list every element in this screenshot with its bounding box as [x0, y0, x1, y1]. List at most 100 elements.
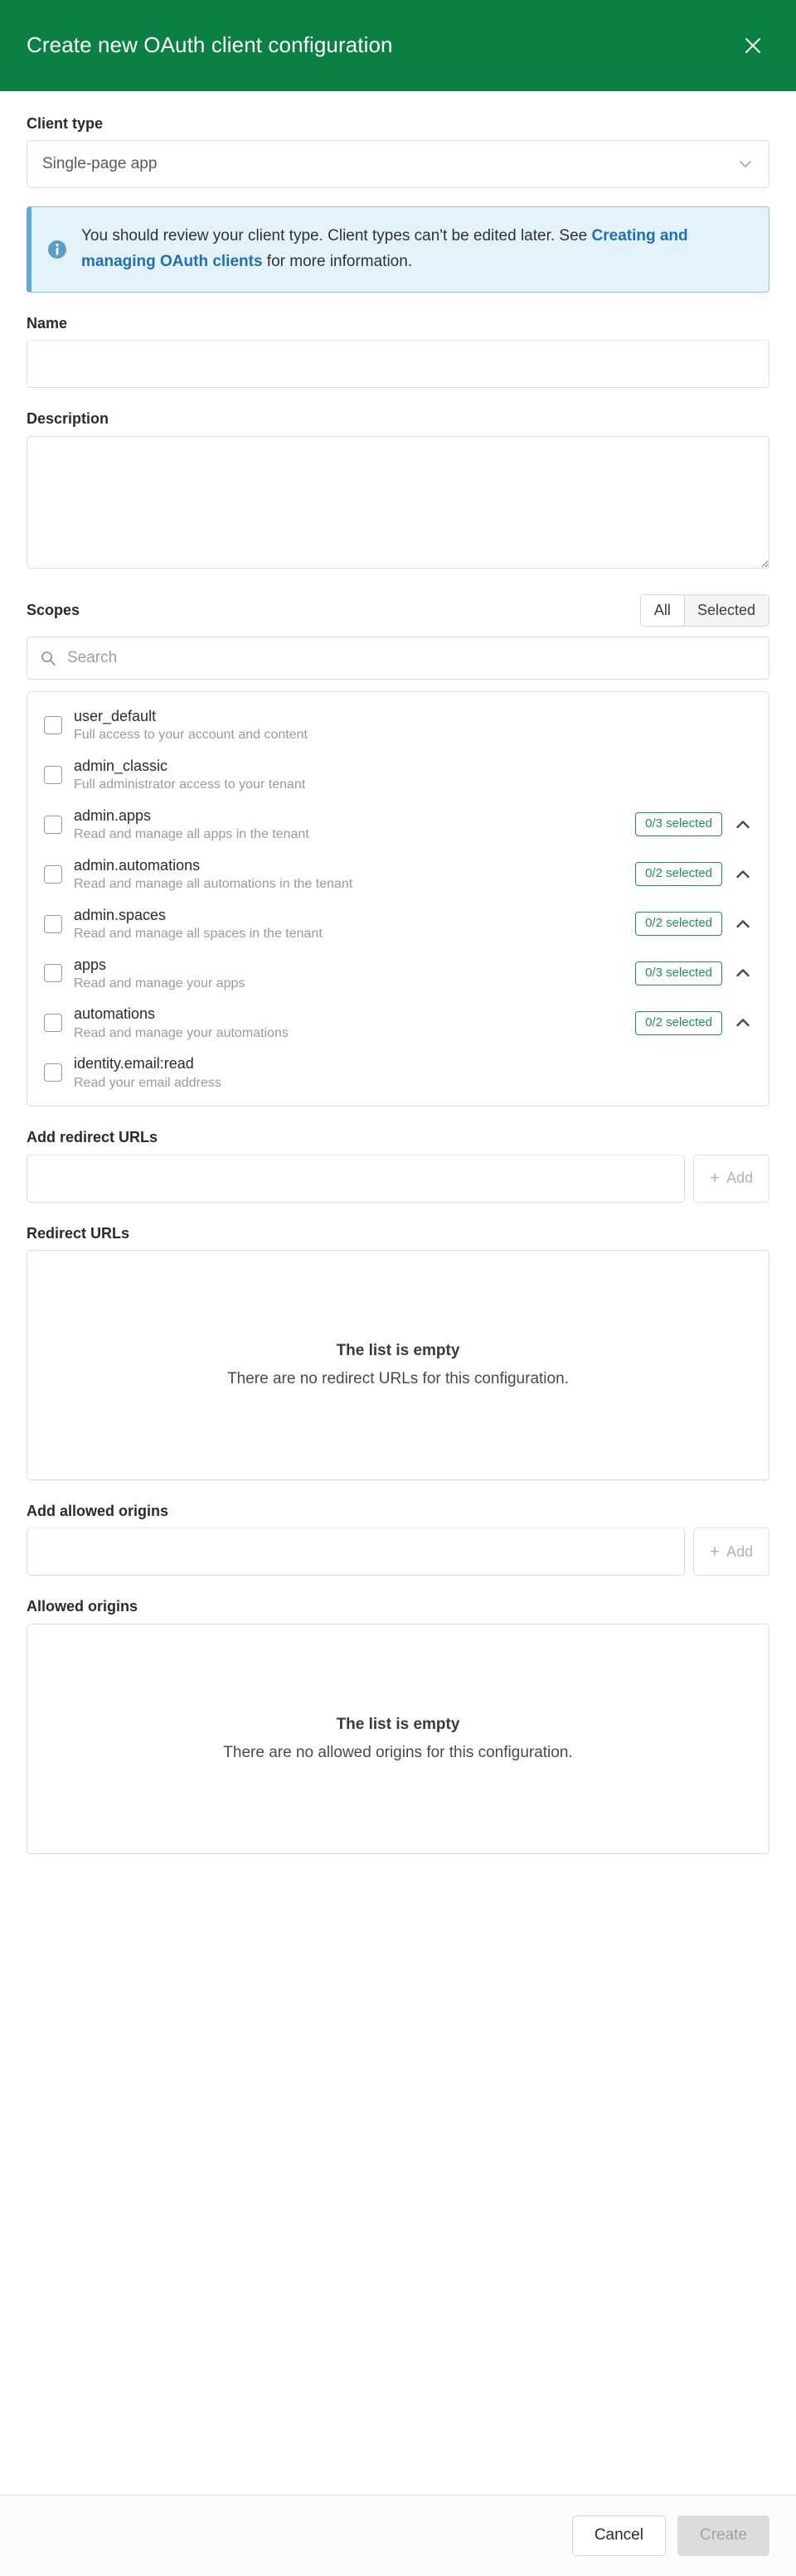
chevron-up-icon[interactable]	[734, 816, 752, 834]
scope-checkbox[interactable]	[44, 816, 62, 834]
add-redirect-urls-block: Add redirect URLs + Add	[27, 1128, 769, 1202]
scope-row[interactable]: user_defaultFull access to your account …	[27, 700, 769, 750]
scope-row-actions: 0/2 selected	[635, 862, 752, 886]
scopes-list: user_defaultFull access to your account …	[27, 691, 769, 1106]
allowed-origins-block: Allowed origins The list is empty There …	[27, 1597, 769, 1853]
scope-texts: admin.spacesRead and manage all spaces i…	[74, 905, 624, 943]
scope-description: Full access to your account and content	[74, 726, 740, 744]
scope-name: apps	[74, 955, 624, 975]
create-oauth-client-dialog: Create new OAuth client configuration Cl…	[0, 0, 796, 2576]
plus-icon: +	[710, 1169, 720, 1187]
scope-checkbox[interactable]	[44, 716, 62, 734]
scope-row[interactable]: admin.automationsRead and manage all aut…	[27, 850, 769, 899]
add-redirect-url-button-label: Add	[726, 1169, 753, 1187]
description-textarea[interactable]	[27, 436, 769, 569]
close-button[interactable]	[736, 29, 769, 62]
scope-row[interactable]: admin_classicFull administrator access t…	[27, 750, 769, 800]
scope-checkbox[interactable]	[44, 1014, 62, 1032]
client-type-label: Client type	[27, 114, 769, 133]
search-icon	[40, 650, 56, 666]
scope-checkbox[interactable]	[44, 915, 62, 933]
add-allowed-origin-button-label: Add	[726, 1543, 753, 1561]
scope-name: admin.automations	[74, 855, 624, 875]
plus-icon: +	[710, 1543, 720, 1561]
redirect-urls-block: Redirect URLs The list is empty There ar…	[27, 1224, 769, 1480]
allowed-origins-empty-subtitle: There are no allowed origins for this co…	[223, 1744, 572, 1762]
chevron-up-icon[interactable]	[734, 915, 752, 933]
add-allowed-origin-input[interactable]	[27, 1528, 685, 1576]
add-allowed-origin-button[interactable]: + Add	[693, 1528, 769, 1576]
scope-texts: user_defaultFull access to your account …	[74, 706, 740, 744]
client-type-info-banner: You should review your client type. Clie…	[27, 206, 769, 293]
chevron-up-icon[interactable]	[734, 964, 752, 982]
scope-texts: admin.automationsRead and manage all aut…	[74, 855, 624, 893]
scopes-filter-toggle: All Selected	[640, 594, 769, 627]
redirect-urls-empty-title: The list is empty	[337, 1342, 460, 1360]
scope-description: Full administrator access to your tenant	[74, 776, 740, 794]
scope-checkbox[interactable]	[44, 865, 62, 884]
scope-description: Read and manage all apps in the tenant	[74, 826, 624, 844]
add-allowed-origins-block: Add allowed origins + Add	[27, 1502, 769, 1576]
scope-description: Read your email address	[74, 1074, 740, 1092]
scopes-label: Scopes	[27, 601, 80, 620]
info-banner-text: You should review your client type. Clie…	[81, 224, 749, 275]
scope-checkbox[interactable]	[44, 766, 62, 784]
scope-texts: automationsRead and manage your automati…	[74, 1004, 624, 1042]
scope-selected-badge: 0/2 selected	[635, 912, 722, 936]
allowed-origins-label: Allowed origins	[27, 1597, 769, 1616]
scopes-filter-all[interactable]: All	[640, 594, 685, 627]
scopes-search-wrap	[27, 637, 769, 680]
scope-checkbox[interactable]	[44, 964, 62, 982]
client-type-select-wrap: Single-page app	[27, 140, 769, 188]
add-redirect-urls-row: + Add	[27, 1155, 769, 1203]
close-icon	[744, 36, 762, 55]
scope-row[interactable]: admin.spacesRead and manage all spaces i…	[27, 899, 769, 949]
client-type-selected-value: Single-page app	[42, 155, 737, 173]
cancel-button[interactable]: Cancel	[572, 2515, 666, 2556]
scope-row[interactable]: appsRead and manage your apps0/3 selecte…	[27, 949, 769, 999]
chevron-up-icon[interactable]	[734, 1014, 752, 1032]
scope-checkbox[interactable]	[44, 1063, 62, 1082]
scope-selected-badge: 0/3 selected	[635, 961, 722, 985]
chevron-up-icon[interactable]	[734, 865, 752, 884]
scope-name: user_default	[74, 706, 740, 726]
scopes-filter-selected[interactable]: Selected	[684, 595, 769, 626]
add-redirect-urls-label: Add redirect URLs	[27, 1128, 769, 1147]
chevron-down-icon	[737, 156, 754, 172]
scope-texts: identity.email:readRead your email addre…	[74, 1053, 740, 1092]
create-button[interactable]: Create	[677, 2515, 769, 2556]
redirect-urls-label: Redirect URLs	[27, 1224, 769, 1243]
redirect-urls-empty-card: The list is empty There are no redirect …	[27, 1250, 769, 1480]
scope-row-actions: 0/2 selected	[635, 912, 752, 936]
dialog-footer: Cancel Create	[0, 2495, 796, 2576]
scope-name: admin.apps	[74, 806, 624, 826]
info-banner-text-before: You should review your client type. Clie…	[81, 227, 592, 245]
scope-selected-badge: 0/3 selected	[635, 812, 722, 836]
add-allowed-origins-label: Add allowed origins	[27, 1502, 769, 1521]
scope-name: admin_classic	[74, 756, 740, 776]
scope-row-actions: 0/3 selected	[635, 812, 752, 836]
scopes-search-input[interactable]	[27, 637, 769, 680]
scope-name: automations	[74, 1004, 624, 1024]
add-redirect-url-input[interactable]	[27, 1155, 685, 1203]
name-input[interactable]	[27, 340, 769, 388]
dialog-body: Client type Single-page app	[0, 91, 796, 2495]
scopes-header-row: Scopes All Selected	[27, 594, 769, 627]
add-allowed-origins-row: + Add	[27, 1528, 769, 1576]
scope-row[interactable]: automationsRead and manage your automati…	[27, 998, 769, 1048]
scope-row[interactable]: admin.appsRead and manage all apps in th…	[27, 800, 769, 850]
description-block: Description	[27, 409, 769, 572]
dialog-title: Create new OAuth client configuration	[27, 32, 393, 58]
name-label: Name	[27, 314, 769, 333]
client-type-block: Client type Single-page app	[27, 114, 769, 293]
scope-name: admin.spaces	[74, 905, 624, 925]
scope-description: Read and manage all automations in the t…	[74, 875, 624, 893]
add-redirect-url-button[interactable]: + Add	[693, 1155, 769, 1203]
client-type-select[interactable]: Single-page app	[27, 140, 769, 188]
scope-selected-badge: 0/2 selected	[635, 862, 722, 886]
scope-row[interactable]: identity.email:readRead your email addre…	[27, 1048, 769, 1097]
scope-description: Read and manage your automations	[74, 1024, 624, 1043]
info-icon	[46, 239, 68, 260]
scope-row-actions: 0/2 selected	[635, 1011, 752, 1035]
scopes-block: Scopes All Selected user_defaultFull acc…	[27, 594, 769, 1107]
